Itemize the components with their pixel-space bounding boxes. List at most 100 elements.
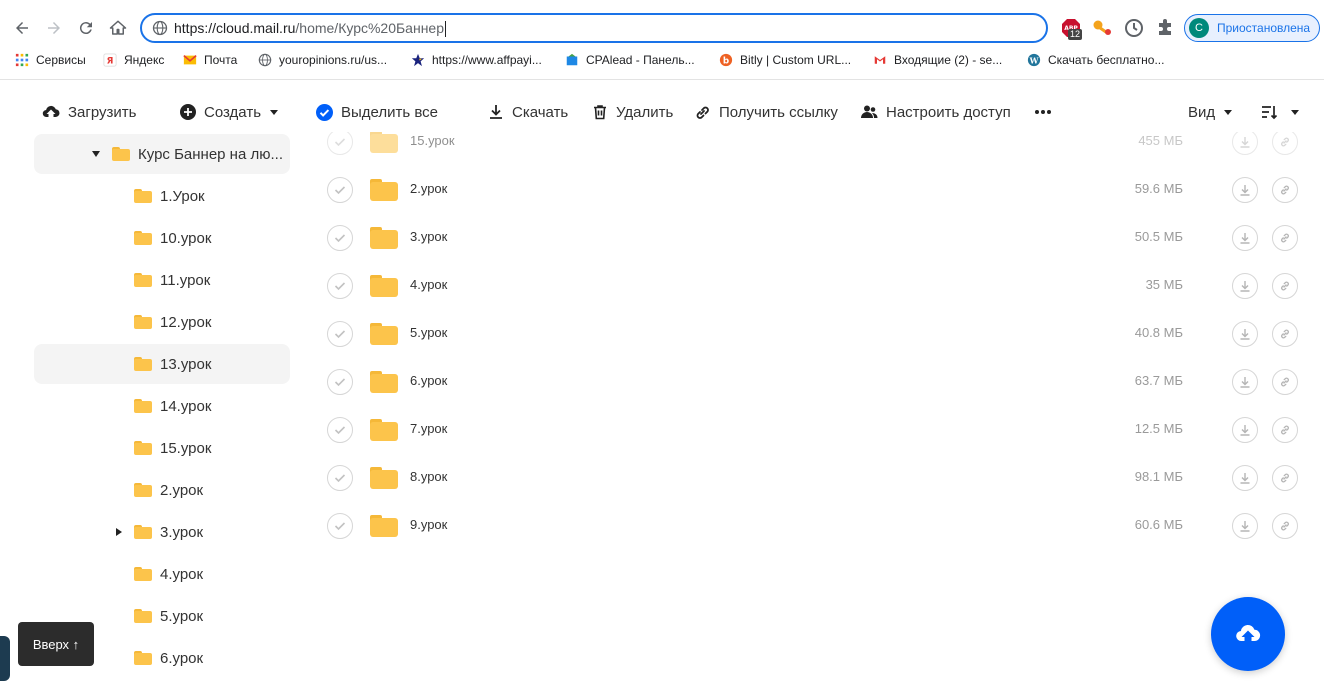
file-row[interactable]: 8.урок 98.1 МБ <box>310 454 1310 502</box>
file-name[interactable]: 5.урок <box>410 325 447 340</box>
download-file-button[interactable] <box>1232 132 1258 155</box>
file-row[interactable]: 9.урок 60.6 МБ <box>310 502 1310 550</box>
access-button[interactable]: Настроить доступ <box>860 94 1011 130</box>
tree-item[interactable]: 12.урок <box>34 302 290 342</box>
file-row[interactable]: 15.урок 455 МБ <box>310 132 1310 166</box>
tree-item[interactable]: 11.урок <box>34 260 290 300</box>
download-button[interactable]: Скачать <box>488 94 568 130</box>
tree-item[interactable]: 1.Урок <box>34 176 290 216</box>
file-name[interactable]: 9.урок <box>410 517 447 532</box>
sort-button[interactable] <box>1260 94 1300 130</box>
bookmark-yandex[interactable]: Я Яндекс <box>102 48 164 72</box>
select-checkbox[interactable] <box>327 225 353 251</box>
bookmark-mail[interactable]: Почта <box>182 48 237 72</box>
copy-link-button[interactable] <box>1272 225 1298 251</box>
profile-button[interactable]: С Приостановлена <box>1184 14 1320 42</box>
download-file-button[interactable] <box>1232 177 1258 203</box>
scroll-to-top-button[interactable]: Вверх ↑ <box>18 622 94 666</box>
copy-link-button[interactable] <box>1272 273 1298 299</box>
copy-link-button[interactable] <box>1272 321 1298 347</box>
get-link-button[interactable]: Получить ссылку <box>694 94 838 130</box>
select-checkbox[interactable] <box>327 177 353 203</box>
file-row[interactable]: 7.урок 12.5 МБ <box>310 406 1310 454</box>
folder-icon <box>370 275 398 297</box>
copy-link-button[interactable] <box>1272 177 1298 203</box>
file-row[interactable]: 5.урок 40.8 МБ <box>310 310 1310 358</box>
bookmark-affpay[interactable]: https://www.affpayi... <box>410 48 542 72</box>
download-file-button[interactable] <box>1232 273 1258 299</box>
key-extension[interactable] <box>1091 17 1113 39</box>
download-file-button[interactable] <box>1232 465 1258 491</box>
download-icon <box>490 105 502 119</box>
copy-link-button[interactable] <box>1272 417 1298 443</box>
avatar: С <box>1189 18 1209 38</box>
bookmark-services[interactable]: Сервисы <box>14 48 86 72</box>
tree-item-hovered[interactable]: 13.урок <box>34 344 290 384</box>
bookmark-wordpress[interactable]: W Скачать бесплатно... <box>1026 48 1164 72</box>
file-name[interactable]: 8.урок <box>410 469 447 484</box>
copy-link-button[interactable] <box>1272 369 1298 395</box>
download-file-button[interactable] <box>1232 225 1258 251</box>
bookmark-label: Сервисы <box>36 53 86 67</box>
bookmark-label: youropinions.ru/us... <box>279 53 388 67</box>
select-checkbox[interactable] <box>327 369 353 395</box>
select-checkbox[interactable] <box>327 513 353 539</box>
upload-button[interactable]: Загрузить <box>42 94 137 130</box>
more-button[interactable] <box>1034 94 1060 130</box>
extensions-button[interactable] <box>1155 17 1177 39</box>
bookmark-bitly[interactable]: b Bitly | Custom URL... <box>718 48 851 72</box>
adblock-extension[interactable]: ABP 12 <box>1060 17 1083 40</box>
copy-link-button[interactable] <box>1272 465 1298 491</box>
bookmark-youropinions[interactable]: youropinions.ru/us... <box>257 48 387 72</box>
download-file-button[interactable] <box>1232 369 1258 395</box>
file-name[interactable]: 3.урок <box>410 229 447 244</box>
tree-item[interactable]: 14.урок <box>34 386 290 426</box>
select-checkbox[interactable] <box>327 273 353 299</box>
delete-button[interactable]: Удалить <box>592 94 673 130</box>
history-extension[interactable] <box>1123 17 1145 39</box>
select-checkbox[interactable] <box>327 321 353 347</box>
file-row[interactable]: 3.урок 50.5 МБ <box>310 214 1310 262</box>
create-button[interactable]: Создать <box>180 94 279 130</box>
file-row[interactable]: 4.урок 35 МБ <box>310 262 1310 310</box>
address-bar[interactable]: https://cloud.mail.ru/home/Курс%20Баннер <box>140 13 1048 43</box>
download-file-button[interactable] <box>1232 513 1258 539</box>
copy-link-button[interactable] <box>1272 513 1298 539</box>
tree-root-folder[interactable]: Курс Баннер на лю... <box>34 134 290 174</box>
expand-right-icon[interactable] <box>116 528 122 536</box>
file-name[interactable]: 7.урок <box>410 421 447 436</box>
more-dots-icon <box>1035 110 1051 114</box>
forward-button[interactable] <box>42 16 66 40</box>
copy-link-button[interactable] <box>1272 132 1298 155</box>
file-name[interactable]: 4.урок <box>410 277 447 292</box>
select-all-button[interactable]: Выделить все <box>316 94 438 130</box>
tree-item[interactable]: 4.урок <box>34 554 290 594</box>
url-text[interactable]: https://cloud.mail.ru/home/Курс%20Баннер <box>174 20 447 38</box>
check-icon <box>334 330 346 339</box>
select-checkbox[interactable] <box>327 132 353 155</box>
reload-button[interactable] <box>74 16 98 40</box>
check-icon <box>334 234 346 243</box>
home-button[interactable] <box>106 16 130 40</box>
tree-item[interactable]: 3.урок <box>34 512 290 552</box>
file-row[interactable]: 6.урок 63.7 МБ <box>310 358 1310 406</box>
view-button[interactable]: Вид <box>1188 94 1233 130</box>
caret-down-icon <box>1224 110 1233 115</box>
tree-item[interactable]: 15.урок <box>34 428 290 468</box>
link-icon <box>1281 521 1289 531</box>
back-button[interactable] <box>10 16 34 40</box>
file-row[interactable]: 2.урок 59.6 МБ <box>310 166 1310 214</box>
file-name[interactable]: 6.урок <box>410 373 447 388</box>
expand-down-icon[interactable] <box>92 151 100 157</box>
select-checkbox[interactable] <box>327 417 353 443</box>
download-file-button[interactable] <box>1232 321 1258 347</box>
bookmark-cpalead[interactable]: CPAlead - Панель... <box>564 48 695 72</box>
file-name[interactable]: 15.урок <box>410 133 455 148</box>
tree-item[interactable]: 2.урок <box>34 470 290 510</box>
download-file-button[interactable] <box>1232 417 1258 443</box>
file-name[interactable]: 2.урок <box>410 181 447 196</box>
tree-item[interactable]: 10.урок <box>34 218 290 258</box>
bookmark-gmail[interactable]: Входящие (2) - se... <box>872 48 1002 72</box>
select-checkbox[interactable] <box>327 465 353 491</box>
upload-fab[interactable] <box>1211 597 1285 671</box>
